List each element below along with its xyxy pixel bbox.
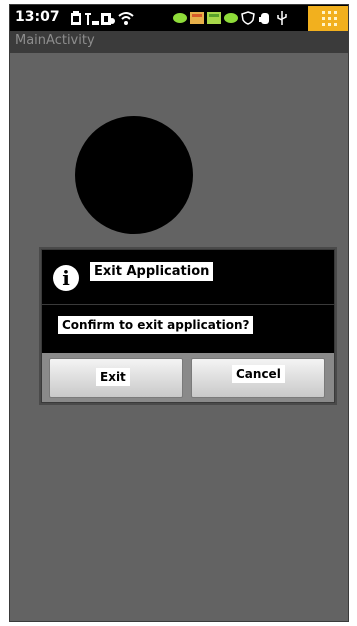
title-bar: MainActivity <box>10 31 348 53</box>
wifi-icon <box>118 12 134 25</box>
exit-button-label: Exit <box>96 368 130 386</box>
dialog-body: Confirm to exit application? <box>42 305 334 353</box>
message-icon <box>173 13 187 23</box>
info-icon: i <box>53 265 79 291</box>
image-icon <box>207 12 221 24</box>
hand-icon <box>259 13 269 24</box>
phone-screen: 13:07 MainActivity i Exit Application Co… <box>9 4 349 622</box>
page-title: MainActivity <box>15 33 95 48</box>
battery-icon <box>71 11 81 25</box>
grid-icon[interactable] <box>308 6 348 31</box>
exit-dialog: i Exit Application Confirm to exit appli… <box>41 249 335 403</box>
status-bar: 13:07 <box>10 5 348 31</box>
shield-icon <box>241 11 255 25</box>
grid-icon <box>322 11 337 26</box>
dialog-message: Confirm to exit application? <box>58 316 254 334</box>
usb-icon <box>277 11 287 25</box>
black-circle <box>75 116 193 234</box>
dialog-title: Exit Application <box>90 262 214 281</box>
signal-icon <box>85 13 99 25</box>
cancel-button-label: Cancel <box>232 365 285 383</box>
image-icon <box>190 12 204 24</box>
sync-icon <box>101 13 115 25</box>
dialog-header: i Exit Application <box>42 250 334 305</box>
exit-button[interactable]: Exit <box>49 358 183 398</box>
message-icon <box>224 13 238 23</box>
status-time: 13:07 <box>15 9 60 25</box>
cancel-button[interactable]: Cancel <box>191 358 325 398</box>
